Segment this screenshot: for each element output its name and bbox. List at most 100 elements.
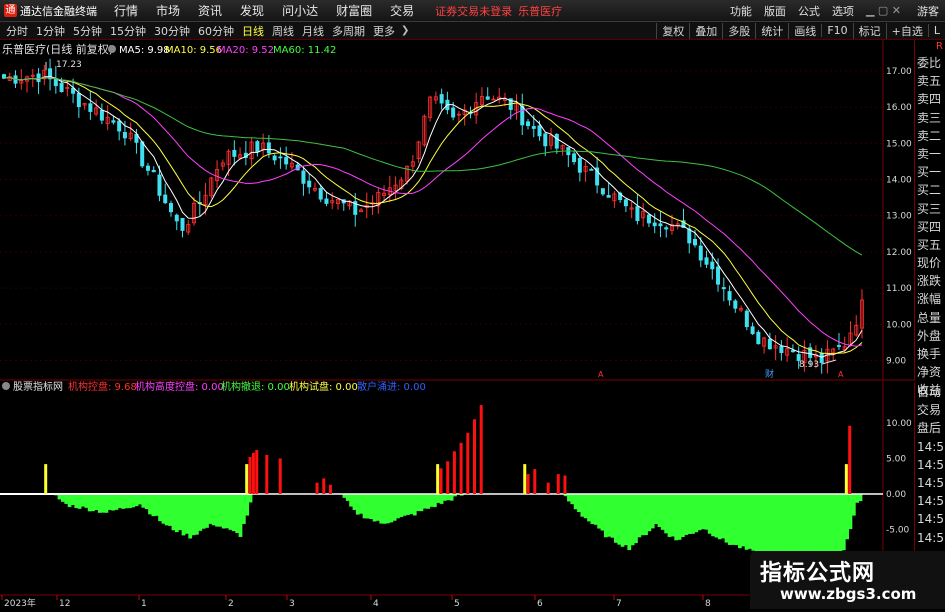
indicator-neg-bar [161,494,166,524]
panel-toggle[interactable]: R [915,40,945,54]
indicator-neg-bar [647,494,652,532]
period-tab-9[interactable]: 多周期 [328,23,369,39]
indicator-neg-bar [365,494,370,519]
indicator-pos-bar [848,425,852,494]
menu-item-zixun[interactable]: 资讯 [189,2,231,19]
indicator-gear-icon[interactable] [2,382,10,390]
toolbar-button-4[interactable]: 画线 [788,22,821,39]
indicator-neg-bar [634,494,638,544]
period-tab-2[interactable]: 5分钟 [69,23,106,39]
period-tab-4[interactable]: 30分钟 [150,23,194,39]
indicator-tick-label: 10.00 [886,419,912,429]
menu-gongneng[interactable]: 功能 [724,3,758,19]
app-title: 通达信金融终端 [20,4,97,18]
trade-row-label: 14:5 [917,439,944,454]
candle-body [157,174,162,196]
indicator-neg-bar [245,494,250,516]
candle-body [727,291,732,301]
trade-row-label: 14:5 [917,494,944,509]
toolbar-button-8[interactable]: L [927,24,945,37]
indicator-neg-bar [600,494,605,531]
window-controls[interactable]: ▁ ▢ ✕ [860,4,907,17]
period-tab-0[interactable]: 分时 [2,23,32,39]
candle-body [122,132,127,139]
candle-body [693,239,698,246]
menu-item-faxian[interactable]: 发现 [231,2,273,19]
indicator-neg-bar [624,494,628,546]
toolbar-button-0[interactable]: 复权 [656,22,689,39]
toolbar-button-7[interactable]: +自选 [885,22,928,39]
indicator-neg-bar [603,494,608,538]
indicator-pos-bar [563,475,567,494]
menu-banmian[interactable]: 版面 [758,3,792,19]
menu-gongshi[interactable]: 公式 [792,3,826,19]
event-marker-b[interactable]: A [838,370,844,379]
toolbar-button-5[interactable]: F10 [821,24,852,37]
indicator-pos-bar [278,458,282,494]
indicator-neg-bar [117,494,122,508]
indicator-neg-bar [392,494,397,521]
period-tab-3[interactable]: 15分钟 [106,23,150,39]
menu-item-hangqing[interactable]: 行情 [105,2,147,19]
menu-item-jiaoyi[interactable]: 交易 [381,2,423,19]
quote-row-label: 涨幅 [917,292,942,307]
indicator-field-shyj: 散户涌进: 0.00 [357,380,426,393]
menu-item-caifuquan[interactable]: 财富圈 [327,2,381,19]
toolbar-button-6[interactable]: 标记 [852,22,886,39]
period-tab-10[interactable]: 更多 [369,23,399,39]
indicator-neg-bar [416,494,420,512]
menu-xuanxiang[interactable]: 选项 [826,3,860,19]
chart-area[interactable]: 17.00 16.00 15.00 14.00 13.00 12.00 11.00 10.00… [0,40,945,609]
indicator-neg-bar [714,494,719,538]
indicator-neg-bar [128,494,132,509]
toolbar-button-1[interactable]: 叠加 [689,22,722,39]
indicator-neg-bar [372,494,377,522]
indicator-neg-bar [657,494,662,527]
period-tab-7[interactable]: 周线 [268,23,298,39]
chevron-right-icon[interactable]: ❯ [401,25,409,36]
indicator-neg-bar [449,494,454,501]
candle-body [272,155,277,161]
x-tick-label: 2 [228,599,234,609]
indicator-neg-bar [144,494,149,510]
indicator-neg-bar [218,494,223,527]
indicator-pos-bar [479,405,483,494]
candle-body [255,141,260,152]
x-tick-label: 12 [59,599,70,609]
event-marker-a[interactable]: A [598,370,604,379]
indicator-neg-bar [124,494,129,509]
login-notice[interactable]: 证券交易未登录 [435,3,512,19]
indicator-neg-bar [687,494,692,534]
indicator-neg-bar [684,494,689,535]
indicator-pos-bar [322,478,326,494]
indicator-neg-bar [409,494,414,515]
indicator-neg-bar [215,494,219,527]
indicator-neg-bar [841,494,846,551]
candle-body [451,107,456,118]
candle-body [307,180,312,188]
indicator-neg-bar [670,494,675,537]
indicator-neg-bar [208,494,213,524]
candle-body [646,214,651,224]
indicator-neg-bar [138,494,142,505]
ma10-label: MA10: 9.56 [165,45,222,56]
settings-gear-icon[interactable] [108,45,116,53]
toolbar-button-3[interactable]: 统计 [755,22,788,39]
user-label[interactable]: 游客 [911,3,945,19]
candle-body [180,217,185,231]
indicator-neg-bar [221,494,226,529]
period-tab-8[interactable]: 月线 [298,23,328,39]
period-tab-5[interactable]: 60分钟 [194,23,238,39]
indicator-panel[interactable]: 股票指标网 机构控盘: 9.68 机构高度控盘: 0.00 机构撤退: 0.00… [0,380,915,572]
indicator-neg-bar [573,494,578,510]
menu-item-shichang[interactable]: 市场 [147,2,189,19]
period-tab-1[interactable]: 1分钟 [32,23,69,39]
finance-marker[interactable]: 财 [765,368,774,380]
indicator-pos-bar [459,442,463,494]
candle-body [716,266,721,285]
menu-item-wenxiaoda[interactable]: 问小达 [273,2,327,19]
candle-body [687,228,692,244]
toolbar-button-2[interactable]: 多股 [722,22,755,39]
indicator-neg-bar [188,494,193,539]
period-tab-6[interactable]: 日线 [238,23,268,39]
